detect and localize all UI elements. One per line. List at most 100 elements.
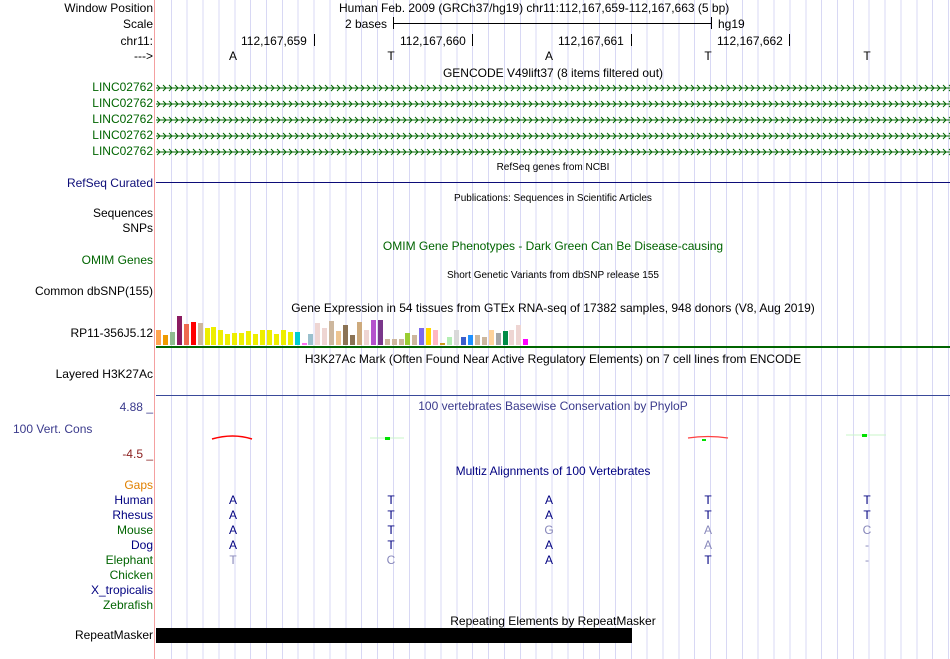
gtex-tissue-bar[interactable]	[183, 324, 189, 345]
gtex-label[interactable]: RP11-356J5.12	[71, 326, 154, 340]
gaps-label[interactable]: Gaps	[124, 478, 153, 492]
phylop-mark	[687, 435, 729, 439]
gtex-tissue-bar[interactable]	[232, 333, 238, 345]
aligned-base: A	[703, 523, 712, 537]
phylop-max: 4.88 _	[119, 400, 153, 414]
species-label[interactable]: Rhesus	[112, 508, 153, 522]
gtex-tissue-bar[interactable]	[259, 330, 265, 345]
gtex-tissue-bar[interactable]	[266, 330, 272, 345]
refseq-gene-line[interactable]	[156, 182, 950, 183]
gene-strand-arrows-icon	[156, 83, 950, 93]
phylop-title: 100 vertebrates Basewise Conservation by…	[418, 399, 688, 413]
species-label[interactable]: X_tropicalis	[91, 583, 153, 597]
gtex-tissue-bar[interactable]	[426, 328, 432, 345]
gtex-tissue-bar[interactable]	[204, 328, 210, 345]
gtex-tissue-bar[interactable]	[273, 334, 279, 345]
gtex-tissue-bar[interactable]	[453, 330, 459, 345]
aligned-base: A	[228, 493, 237, 507]
gtex-tissue-bar[interactable]	[253, 334, 259, 345]
gtex-tissue-bar[interactable]	[495, 333, 501, 345]
gtex-tissue-bar[interactable]	[197, 323, 203, 345]
gtex-tissue-bar[interactable]	[211, 327, 217, 345]
aligned-base: -	[865, 538, 869, 552]
gtex-tissue-bar[interactable]	[509, 330, 515, 345]
gtex-tissue-bar[interactable]	[350, 335, 356, 345]
dbsnp-label[interactable]: Common dbSNP(155)	[35, 284, 153, 298]
gtex-tissue-bar[interactable]	[280, 330, 286, 345]
gtex-tissue-bar[interactable]	[447, 337, 453, 345]
gtex-tissue-bar[interactable]	[391, 339, 397, 345]
gtex-tissue-bar[interactable]	[329, 321, 335, 345]
gtex-tissue-bar[interactable]	[294, 332, 300, 345]
gene-model[interactable]	[156, 114, 950, 125]
gtex-tissue-bar[interactable]	[162, 335, 168, 345]
gtex-tissue-bar[interactable]	[474, 335, 480, 345]
gtex-tissue-bar[interactable]	[488, 330, 494, 345]
repeat-element[interactable]	[156, 628, 632, 643]
gene-label[interactable]: LINC02762	[92, 112, 153, 126]
gtex-tissue-bar[interactable]	[523, 339, 529, 345]
species-label[interactable]: Human	[114, 493, 153, 507]
species-label[interactable]: Mouse	[117, 523, 153, 537]
gtex-tissue-bar[interactable]	[460, 337, 466, 345]
gene-label[interactable]: LINC02762	[92, 80, 153, 94]
gtex-tissue-bar[interactable]	[467, 335, 473, 345]
gtex-tissue-bar[interactable]	[322, 328, 328, 345]
gtex-tissue-bar[interactable]	[169, 332, 175, 345]
gtex-tissue-bar[interactable]	[384, 339, 390, 345]
gtex-tissue-bar[interactable]	[516, 325, 522, 345]
gtex-tissue-bar[interactable]	[287, 332, 293, 345]
omim-label[interactable]: OMIM Genes	[82, 253, 153, 267]
gtex-tissue-bar[interactable]	[377, 320, 383, 345]
gene-label[interactable]: LINC02762	[92, 128, 153, 142]
reference-base: T	[863, 49, 871, 63]
gtex-tissue-bar[interactable]	[356, 322, 362, 345]
gtex-tissue-bar[interactable]	[239, 333, 245, 345]
phylop-plot[interactable]	[156, 420, 950, 460]
gtex-tissue-bar[interactable]	[315, 323, 321, 345]
gtex-tissue-bar[interactable]	[218, 330, 224, 345]
genome-browser-image[interactable]: Window Position Human Feb. 2009 (GRCh37/…	[0, 0, 950, 659]
refseq-title: RefSeq genes from NCBI	[496, 162, 610, 173]
gtex-tissue-bar[interactable]	[190, 322, 196, 345]
gene-label[interactable]: LINC02762	[92, 144, 153, 158]
gtex-tissue-bar[interactable]	[412, 335, 418, 345]
gtex-tissue-bar[interactable]	[502, 331, 508, 345]
gtex-tissue-bar[interactable]	[336, 331, 342, 345]
species-label[interactable]: Elephant	[106, 553, 153, 567]
publications-label[interactable]: Sequences	[93, 206, 153, 220]
species-label[interactable]: Zebrafish	[103, 598, 153, 612]
species-label[interactable]: Dog	[131, 538, 153, 552]
gtex-tissue-bar[interactable]	[405, 333, 411, 345]
label-divider	[154, 0, 155, 659]
gtex-tissue-bar[interactable]	[419, 328, 425, 345]
gtex-tissue-bar[interactable]	[176, 316, 182, 345]
gtex-tissue-bar[interactable]	[440, 343, 446, 345]
gtex-tissue-bar[interactable]	[301, 343, 307, 345]
gene-model[interactable]	[156, 146, 950, 157]
position-tick	[789, 34, 790, 46]
repeatmasker-label[interactable]: RepeatMasker	[75, 628, 153, 642]
gtex-tissue-bar[interactable]	[433, 330, 439, 345]
h3k27ac-label[interactable]: Layered H3K27Ac	[56, 367, 153, 381]
gene-model[interactable]	[156, 130, 950, 141]
snps-label[interactable]: SNPs	[122, 221, 153, 235]
gene-model[interactable]	[156, 82, 950, 93]
gene-label[interactable]: LINC02762	[92, 96, 153, 110]
species-label[interactable]: Chicken	[110, 568, 153, 582]
gtex-tissue-bar[interactable]	[398, 339, 404, 345]
gtex-tissue-bar[interactable]	[363, 330, 369, 345]
phylop-label[interactable]: 100 Vert. Cons	[13, 422, 92, 436]
gene-model[interactable]	[156, 98, 950, 109]
gtex-tissue-bar[interactable]	[370, 320, 376, 345]
aligned-base: T	[229, 553, 237, 567]
gtex-tissue-bar[interactable]	[343, 325, 349, 345]
gtex-tissue-bar[interactable]	[246, 331, 252, 345]
gtex-tissue-bar[interactable]	[225, 334, 231, 345]
gtex-tissue-bar[interactable]	[481, 337, 487, 345]
aligned-base: G	[544, 523, 554, 537]
gtex-tissue-bar[interactable]	[156, 330, 161, 345]
gtex-tissue-bar[interactable]	[308, 334, 314, 345]
gtex-title: Gene Expression in 54 tissues from GTEx …	[291, 301, 815, 315]
refseq-label[interactable]: RefSeq Curated	[67, 176, 153, 190]
